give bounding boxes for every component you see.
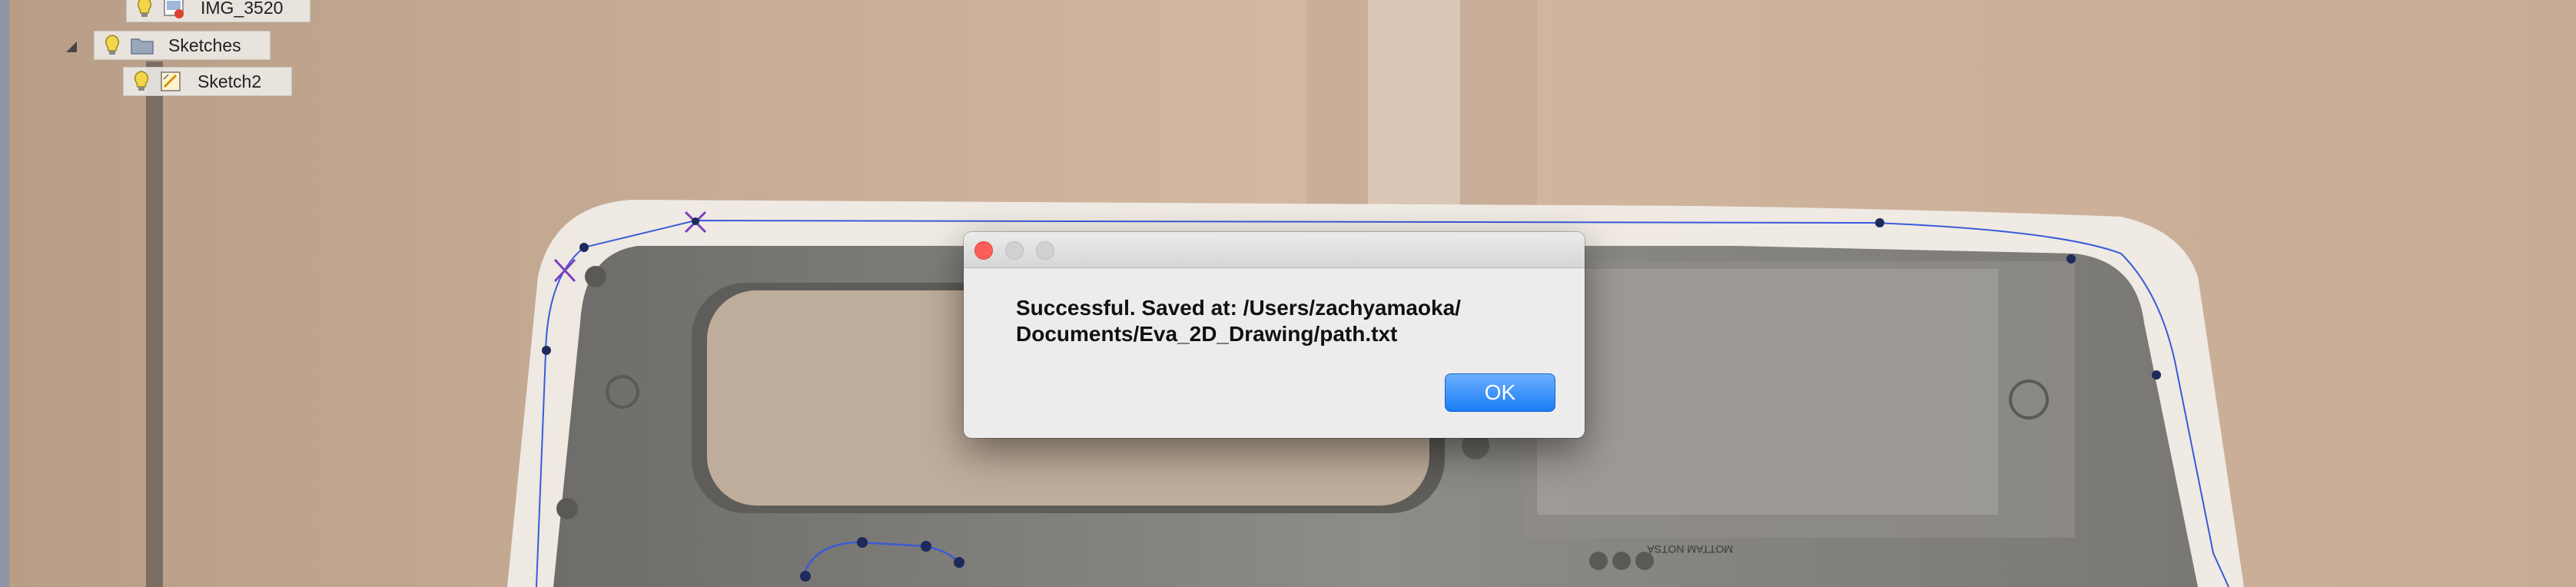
vertical-pole (146, 61, 163, 587)
tree-node-label: IMG_3520 (201, 0, 284, 18)
expand-triangle-icon[interactable] (66, 41, 77, 52)
lightbulb-icon[interactable] (134, 0, 154, 19)
zoom-window-button (1036, 241, 1054, 260)
close-window-button[interactable] (974, 241, 993, 260)
tree-node-label: Sketches (168, 35, 241, 55)
tree-node-label: Sketch2 (198, 71, 262, 91)
tree-node-sketch2[interactable]: Sketch2 (123, 67, 292, 96)
dialog-message-line2: Documents/Eva_2D_Drawing/path.txt (1016, 322, 1398, 346)
mount-hole (585, 266, 606, 287)
image-canvas-icon (164, 0, 184, 18)
lightbulb-icon[interactable] (102, 34, 122, 57)
dialog-message-line1: Successful. Saved at: /Users/zachyamaoka… (1016, 296, 1461, 320)
browser-tree: IMG_3520 Sketches Sketch2 (0, 0, 323, 108)
ok-button[interactable]: OK (1445, 373, 1555, 412)
tree-node-sketches[interactable]: Sketches (94, 31, 271, 60)
minimize-window-button (1005, 241, 1024, 260)
dialog-titlebar[interactable] (964, 232, 1585, 268)
lightbulb-icon[interactable] (131, 70, 151, 93)
mount-hole (556, 498, 578, 519)
tree-node-img-3520[interactable]: IMG_3520 (126, 0, 310, 22)
dialog-message: Successful. Saved at: /Users/zachyamaoka… (1016, 295, 1539, 347)
photo-label: MOTTAM NOTSA (1647, 543, 1733, 555)
folder-icon (131, 38, 154, 55)
sketch-icon (161, 71, 181, 91)
canvas-viewport[interactable]: MOTTAM NOTSA IMG_3520 Sketches Sketch2 S… (0, 0, 2576, 587)
